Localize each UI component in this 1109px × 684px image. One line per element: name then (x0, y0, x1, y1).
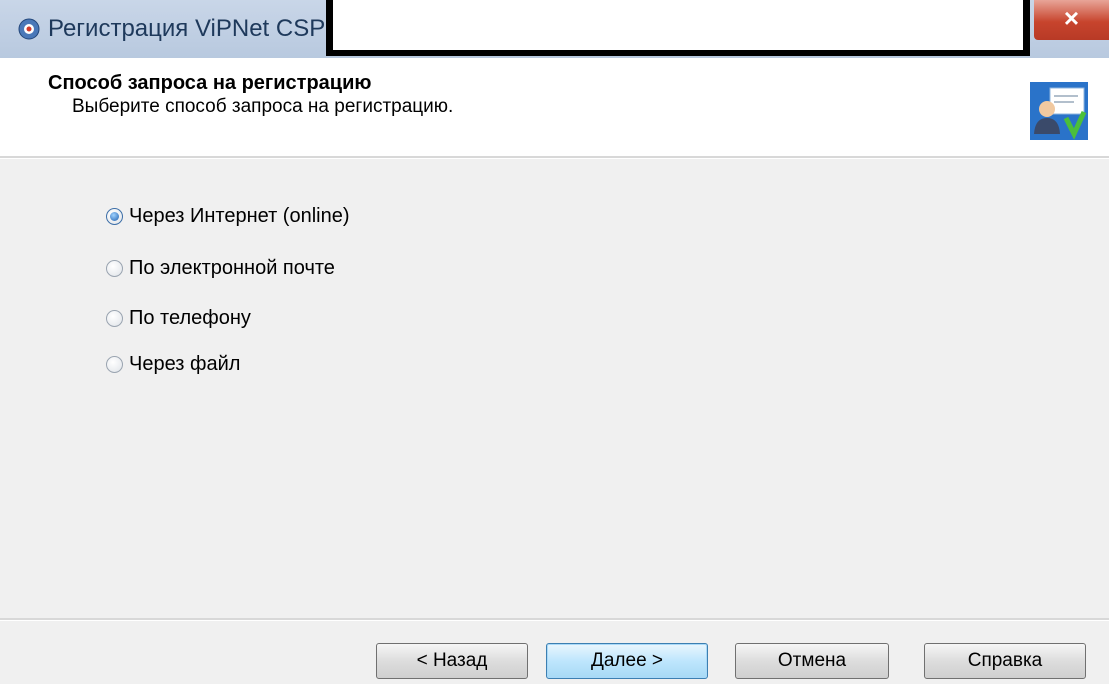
back-button[interactable]: < Назад (376, 643, 528, 679)
radio-button-checked[interactable] (106, 207, 123, 225)
radio-button[interactable] (106, 259, 123, 277)
window-title: Регистрация ViPNet CSP (48, 15, 326, 42)
redacted-area (326, 0, 1030, 56)
option-label: По телефону (129, 306, 251, 329)
next-button[interactable]: Далее > (546, 643, 708, 679)
option-label: Через файл (129, 352, 241, 375)
close-icon: × (1063, 3, 1080, 33)
cancel-button[interactable]: Отмена (735, 643, 889, 679)
close-button[interactable]: × (1034, 0, 1109, 40)
footer-divider (0, 618, 1109, 621)
vipnet-app-icon (18, 18, 40, 40)
registration-window: Регистрация ViPNet CSP × Способ запроса … (0, 0, 1109, 684)
radio-button[interactable] (106, 355, 123, 373)
option-label: Через Интернет (online) (129, 204, 350, 227)
option-phone[interactable]: По телефону (106, 304, 251, 332)
option-file[interactable]: Через файл (106, 350, 240, 378)
option-internet[interactable]: Через Интернет (online) (106, 202, 350, 230)
header-divider (0, 156, 1109, 159)
option-label: По электронной почте (129, 256, 335, 279)
title-bar[interactable]: Регистрация ViPNet CSP × (0, 0, 1109, 58)
page-subtitle: Выберите способ запроса на регистрацию. (72, 96, 454, 117)
help-button[interactable]: Справка (924, 643, 1086, 679)
wizard-header: Способ запроса на регистрацию Выберите с… (0, 58, 1109, 156)
radio-button[interactable] (106, 309, 123, 327)
page-title: Способ запроса на регистрацию (48, 72, 372, 94)
user-registration-icon (1030, 82, 1088, 140)
option-email[interactable]: По электронной почте (106, 254, 335, 282)
